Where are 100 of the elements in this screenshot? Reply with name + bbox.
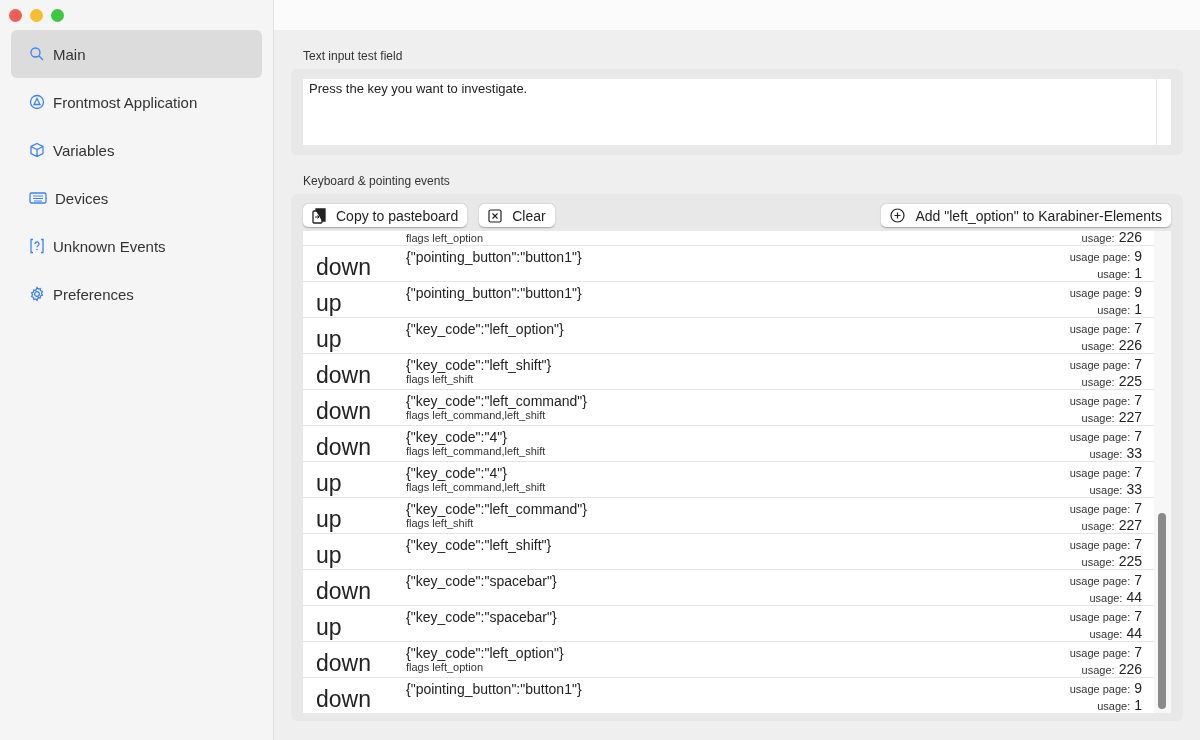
event-flags: flags left_option — [406, 232, 485, 245]
plus-circle-icon — [890, 208, 906, 223]
copy-button[interactable]: Copy to pasteboard — [303, 204, 468, 227]
clear-button[interactable]: Clear — [479, 204, 555, 227]
event-type: down — [316, 256, 371, 279]
usage-value: 226 — [1118, 661, 1142, 677]
usage-label: usage: — [1081, 664, 1115, 676]
event-type: down — [316, 652, 371, 675]
usage-value: 9 — [1134, 284, 1142, 300]
usage-label: usage page: — [1069, 647, 1131, 659]
sidebar-item[interactable]: Unknown Events — [11, 222, 262, 270]
usage-value: 33 — [1126, 445, 1142, 461]
event-detail: {"key_code":"left_shift"} — [406, 357, 553, 373]
cube-icon — [29, 142, 45, 158]
sidebar-item[interactable]: Variables — [11, 126, 262, 174]
section-title: Text input test field — [302, 48, 404, 65]
usage-label: usage: — [1097, 304, 1131, 316]
event-type: down — [316, 688, 371, 711]
usage-label: usage page: — [1069, 683, 1131, 695]
usage-value: 9 — [1134, 680, 1142, 696]
usage-value: 225 — [1118, 373, 1142, 389]
usage-label: usage: — [1089, 484, 1123, 496]
field-text: Press the key you want to investigate. — [308, 80, 529, 98]
usage-label: usage: — [1081, 520, 1115, 532]
usage-value: 1 — [1134, 265, 1142, 281]
event-flags: flags left_shift — [406, 517, 475, 530]
usage-label: usage page: — [1069, 539, 1131, 551]
usage-label: usage page: — [1069, 395, 1131, 407]
usage-label: usage: — [1097, 268, 1131, 280]
usage-label: usage: — [1097, 700, 1131, 712]
usage-label: usage: — [1089, 592, 1123, 604]
minimize-button[interactable] — [30, 9, 43, 22]
event-flags: flags left_command,left_shift — [406, 409, 547, 422]
usage-label: usage: — [1081, 340, 1115, 352]
usage-value: 7 — [1134, 428, 1142, 444]
event-detail: {"key_code":"spacebar"} — [406, 573, 558, 589]
sidebar-item[interactable]: Main — [11, 30, 262, 78]
event-detail: {"pointing_button":"button1"} — [406, 249, 583, 265]
event-type: up — [316, 508, 342, 531]
usage-value: 9 — [1134, 248, 1142, 264]
usage-value: 7 — [1134, 536, 1142, 552]
usage-label: usage page: — [1069, 359, 1131, 371]
event-type: up — [316, 472, 342, 495]
usage-label: usage page: — [1069, 431, 1131, 443]
copy-document-icon — [312, 207, 326, 224]
usage-value: 225 — [1118, 553, 1142, 569]
sidebar-item[interactable]: Devices — [11, 174, 262, 222]
usage-value: 33 — [1126, 481, 1142, 497]
usage-value: 1 — [1134, 697, 1142, 713]
usage-value: 7 — [1134, 500, 1142, 516]
usage-label: usage: — [1081, 376, 1115, 388]
usage-value: 226 — [1118, 231, 1142, 245]
event-type: down — [316, 364, 371, 387]
text-input-field[interactable]: Press the key you want to investigate. — [303, 79, 1171, 145]
usage-label: usage page: — [1069, 467, 1131, 479]
event-type: up — [316, 292, 342, 315]
event-detail: {"key_code":"4"} — [406, 465, 508, 481]
add-button[interactable]: Add "left_option" to Karabiner-Elements — [881, 204, 1171, 227]
search-icon — [29, 46, 45, 62]
sidebar-item[interactable]: Preferences — [11, 270, 262, 318]
usage-label: usage page: — [1069, 323, 1131, 335]
event-type: up — [316, 616, 342, 639]
usage-value: 7 — [1134, 356, 1142, 372]
usage-value: 7 — [1134, 644, 1142, 660]
usage-label: usage: — [1089, 448, 1123, 460]
event-detail: {"key_code":"left_option"} — [406, 321, 565, 337]
usage-label: usage: — [1081, 232, 1115, 244]
usage-value: 226 — [1118, 337, 1142, 353]
scrollbar[interactable] — [1154, 231, 1171, 713]
usage-label: usage page: — [1069, 503, 1131, 515]
usage-label: usage page: — [1069, 611, 1131, 623]
zoom-button[interactable] — [51, 9, 64, 22]
usage-value: 7 — [1134, 464, 1142, 480]
x-square-icon — [488, 208, 503, 223]
keyboard-icon — [29, 191, 47, 205]
event-detail: {"key_code":"4"} — [406, 429, 508, 445]
section-title: Keyboard & pointing events — [302, 173, 451, 190]
event-flags: flags left_shift — [406, 373, 475, 386]
usage-value: 7 — [1134, 392, 1142, 408]
question-mark-icon — [29, 238, 45, 254]
close-button[interactable] — [9, 9, 22, 22]
usage-label: usage: — [1089, 628, 1123, 640]
sidebar-item[interactable]: Frontmost Application — [11, 78, 262, 126]
usage-value: 7 — [1134, 572, 1142, 588]
event-detail: {"key_code":"spacebar"} — [406, 609, 558, 625]
usage-value: 7 — [1134, 320, 1142, 336]
settings-icon — [29, 286, 45, 302]
usage-label: usage page: — [1069, 287, 1131, 299]
event-detail: {"pointing_button":"button1"} — [406, 681, 583, 697]
event-flags: flags left_command,left_shift — [406, 445, 547, 458]
usage-value: 227 — [1118, 517, 1142, 533]
usage-label: usage: — [1081, 556, 1115, 568]
usage-value: 227 — [1118, 409, 1142, 425]
event-type: up — [316, 544, 342, 567]
event-detail: {"key_code":"left_command"} — [406, 501, 588, 517]
event-flags: flags left_option — [406, 661, 485, 674]
event-flags: flags left_command,left_shift — [406, 481, 547, 494]
usage-value: 44 — [1126, 589, 1142, 605]
event-detail: {"key_code":"left_command"} — [406, 393, 588, 409]
usage-label: usage page: — [1069, 251, 1131, 263]
